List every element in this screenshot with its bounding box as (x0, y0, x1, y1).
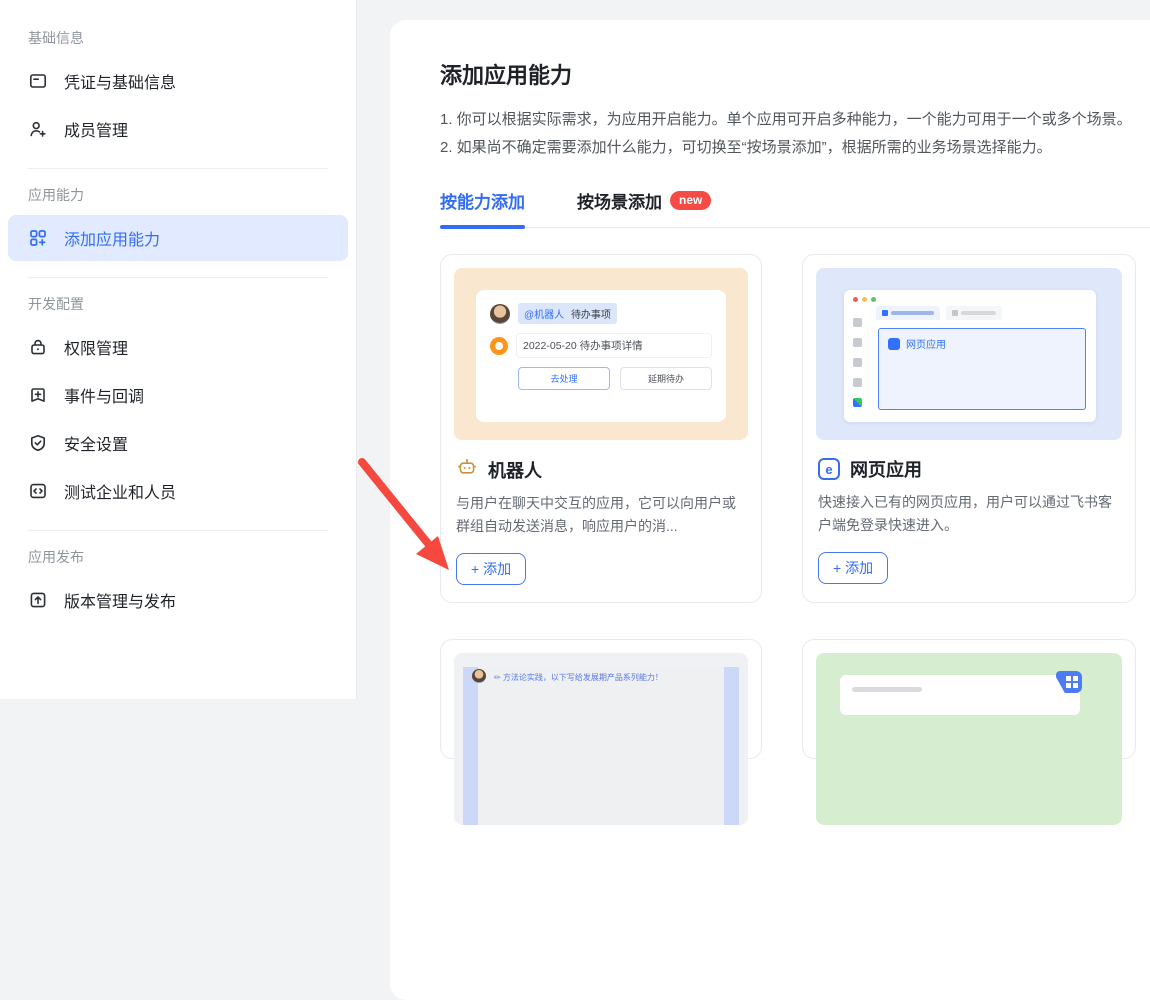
avatar (472, 669, 486, 683)
capability-cards-row: @机器人 待办事项 2022-05-20 待办事项详情 去处理 延期待办 机器人… (440, 254, 1150, 603)
code-icon (28, 481, 48, 501)
sidebar-item-label: 测试企业和人员 (64, 485, 177, 502)
browser-tabs (876, 306, 1002, 320)
new-badge: new (670, 191, 712, 210)
add-webapp-button[interactable]: + 添加 (818, 552, 889, 584)
sidebar-item-label: 成员管理 (64, 123, 129, 140)
sidebar-section-basic-info: 基础信息 (28, 30, 84, 46)
todo-status-icon (490, 336, 508, 355)
capability-card-gadget-partial (802, 639, 1136, 825)
browser-content-area: 网页应用 (878, 328, 1086, 410)
tab-label: 按场景添加 (577, 193, 662, 212)
bot-mention-chip: @机器人 待办事项 (518, 303, 617, 324)
sidebar-item-label: 安全设置 (64, 437, 129, 454)
sidebar-section-capability: 应用能力 (28, 187, 84, 203)
sidebar-section-release: 应用发布 (28, 549, 84, 565)
bot-topic-text: 待办事项 (570, 310, 611, 321)
sidebar-item-label: 权限管理 (64, 341, 129, 358)
browser-side-rail (844, 308, 870, 422)
mock-primary-button: 去处理 (518, 367, 610, 390)
lock-icon (28, 337, 48, 357)
card-description: 与用户在聊天中交互的应用，它可以向用户或群组自动发送消息，响应用户的消... (456, 495, 736, 534)
sidebar-item-members[interactable]: 成员管理 (8, 106, 348, 152)
card-description: 快速接入已有的网页应用，用户可以通过飞书客户端免登录快速进入。 (818, 494, 1112, 533)
sidebar: 基础信息 凭证与基础信息 成员管理 应用能力 添加应用能力 开发配置 权限管理 … (0, 0, 357, 699)
tab-by-scenario[interactable]: 按场景添加 new (577, 188, 712, 227)
capability-card-bot: @机器人 待办事项 2022-05-20 待办事项详情 去处理 延期待办 机器人… (440, 254, 762, 603)
sidebar-item-label: 凭证与基础信息 (64, 75, 177, 92)
main-area: 添加应用能力 1. 你可以根据实际需求，为应用开启能力。单个应用可开启多种能力，… (357, 0, 1150, 1000)
content-panel: 添加应用能力 1. 你可以根据实际需求，为应用开启能力。单个应用可开启多种能力，… (390, 20, 1150, 1000)
shield-check-icon (28, 433, 48, 453)
sidebar-section-dev-config: 开发配置 (28, 296, 84, 312)
sidebar-item-security[interactable]: 安全设置 (8, 420, 348, 466)
webapp-illustration: 网页应用 (816, 268, 1122, 440)
id-card-icon (28, 71, 48, 91)
webapp-e-icon: e (818, 458, 840, 480)
mock-secondary-button: 延期待办 (620, 367, 712, 390)
browser-mockup: 网页应用 (844, 290, 1096, 422)
bot-chat-mockup: @机器人 待办事项 2022-05-20 待办事项详情 去处理 延期待办 (476, 290, 726, 422)
grid-add-icon (28, 228, 48, 248)
tab-label: 按能力添加 (440, 193, 525, 212)
upload-icon (28, 590, 48, 610)
sidebar-item-label: 版本管理与发布 (64, 594, 177, 611)
sidebar-item-test-company[interactable]: 测试企业和人员 (8, 468, 348, 514)
instruction-line-1: 1. 你可以根据实际需求，为应用开启能力。单个应用可开启多种能力，一个能力可用于… (440, 111, 1132, 128)
mock-app-label: 网页应用 (906, 340, 946, 351)
docs-illustration: ✏ 方法论实践，以下写给发展期产品系列能力！ (454, 653, 748, 825)
capability-card-docs-partial: ✏ 方法论实践，以下写给发展期产品系列能力！ (440, 639, 762, 825)
add-bot-button[interactable]: + 添加 (456, 553, 527, 585)
traffic-light-dots (853, 297, 876, 302)
gadget-illustration (816, 653, 1122, 825)
sidebar-item-events[interactable]: 事件与回调 (8, 372, 348, 418)
bot-illustration: @机器人 待办事项 2022-05-20 待办事项详情 去处理 延期待办 (454, 268, 748, 440)
sidebar-divider (28, 277, 328, 278)
todo-detail-text: 2022-05-20 待办事项详情 (516, 333, 712, 358)
capability-card-webapp: 网页应用 e 网页应用 快速接入已有的网页应用，用户可以通过飞书客户端免登录快速… (802, 254, 1136, 603)
robot-icon (456, 456, 478, 483)
sidebar-item-label: 事件与回调 (64, 389, 145, 406)
sidebar-item-label: 添加应用能力 (64, 232, 161, 249)
app-square-icon (888, 337, 900, 350)
avatar (490, 303, 510, 324)
card-title: 机器人 (488, 460, 542, 481)
sidebar-item-version-release[interactable]: 版本管理与发布 (8, 577, 348, 623)
sidebar-divider (28, 168, 328, 169)
person-add-icon (28, 119, 48, 139)
sidebar-item-credentials[interactable]: 凭证与基础信息 (8, 58, 348, 104)
bot-mention-text: @机器人 (524, 310, 565, 321)
doc-comment-caption: ✏ 方法论实践，以下写给发展期产品系列能力！ (494, 673, 663, 682)
page-title: 添加应用能力 (440, 63, 573, 88)
instruction-line-2: 2. 如果尚不确定需要添加什么能力，可切换至“按场景添加”，根据所需的业务场景选… (440, 139, 1052, 156)
tab-bar: 按能力添加 按场景添加 new (440, 188, 1150, 229)
sidebar-item-add-capability[interactable]: 添加应用能力 (8, 215, 348, 261)
partial-cards-row: ✏ 方法论实践，以下写给发展期产品系列能力！ (440, 639, 1150, 825)
event-callback-icon (28, 385, 48, 405)
sidebar-divider (28, 530, 328, 531)
tab-by-capability[interactable]: 按能力添加 (440, 188, 525, 229)
sidebar-item-permissions[interactable]: 权限管理 (8, 324, 348, 370)
card-title: 网页应用 (850, 460, 922, 480)
